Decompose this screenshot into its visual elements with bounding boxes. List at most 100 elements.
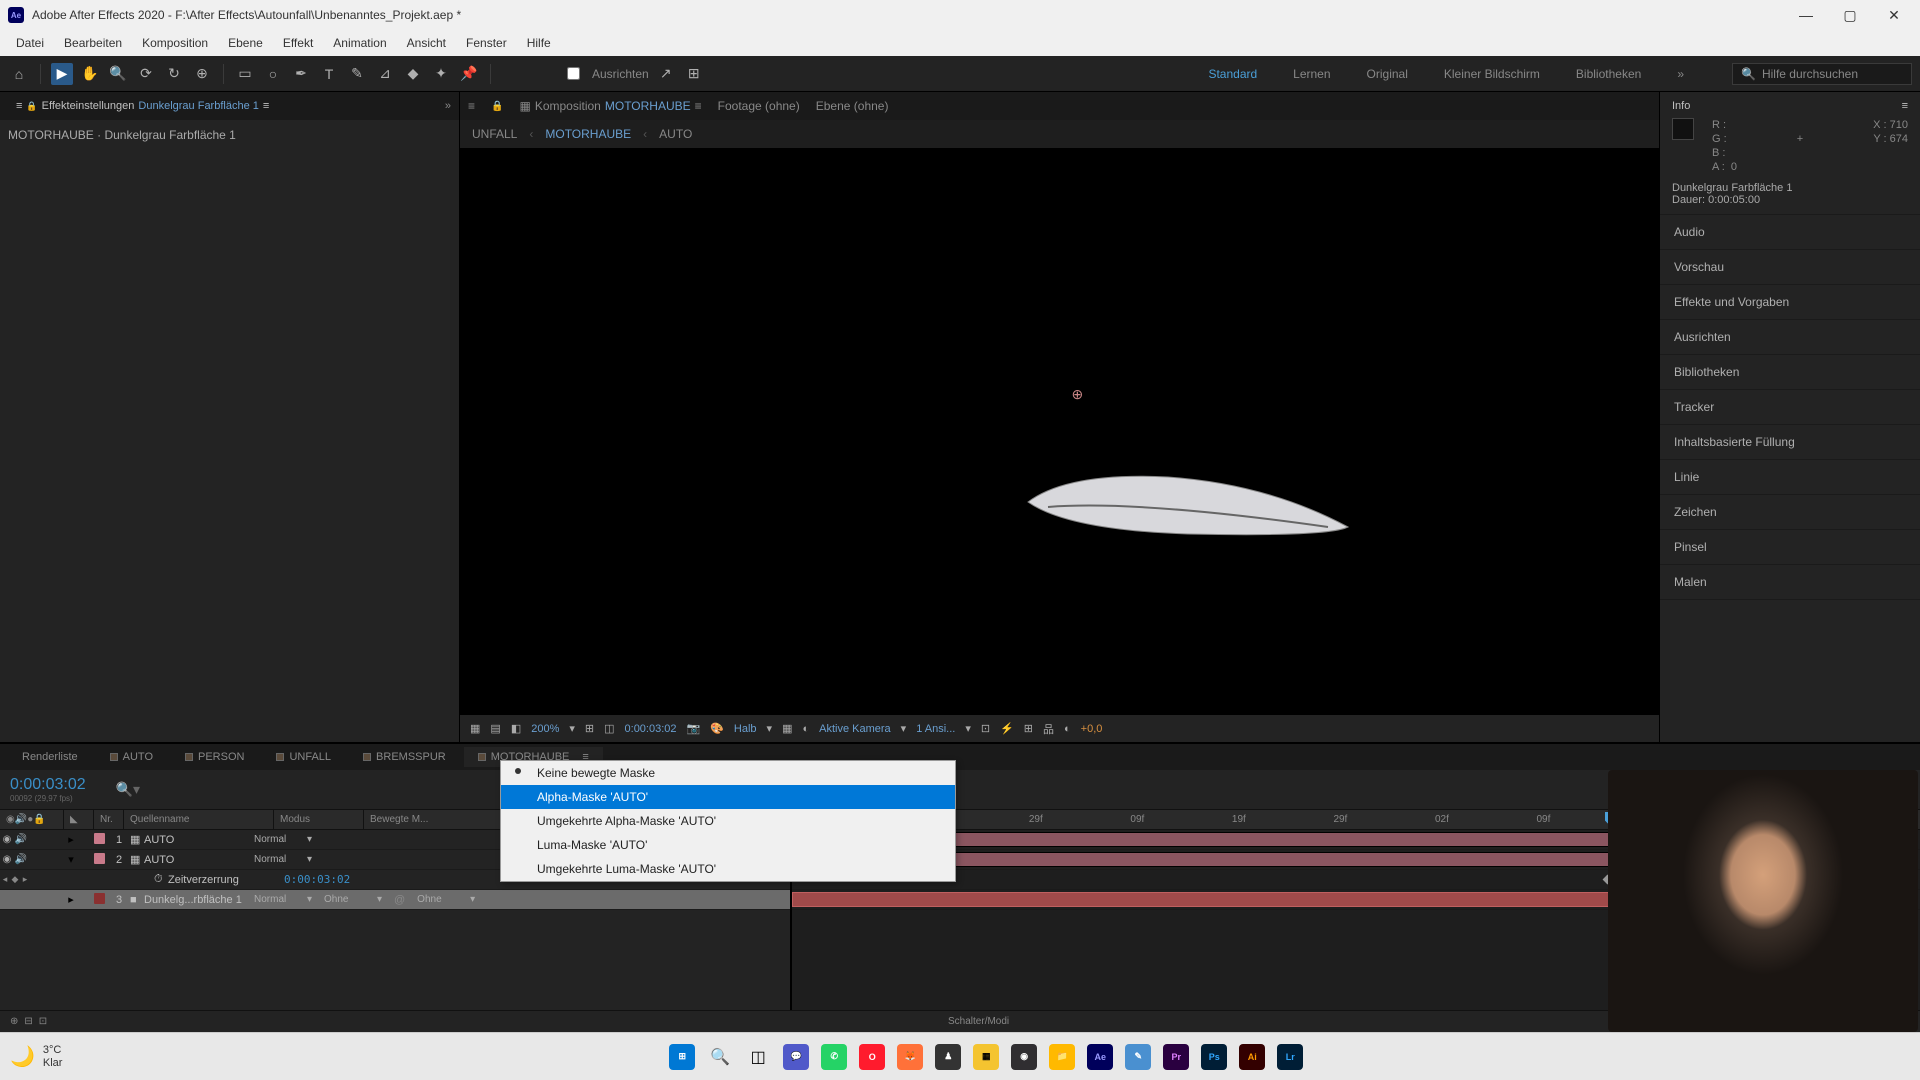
search-button[interactable]: 🔍 — [704, 1041, 736, 1073]
eraser-tool-icon[interactable]: ◆ — [402, 63, 424, 85]
tab-renderliste[interactable]: Renderliste — [8, 747, 92, 767]
tab-unfall[interactable]: UNFALL — [262, 747, 345, 767]
menu-animation[interactable]: Animation — [325, 33, 394, 53]
roto-brush-icon[interactable]: ✦ — [430, 63, 452, 85]
panel-bibliotheken[interactable]: Bibliotheken — [1660, 355, 1920, 390]
comp-panel-menu-icon[interactable]: ≡ — [468, 99, 475, 113]
breadcrumb-auto[interactable]: AUTO — [659, 127, 692, 141]
workspace-bibliotheken[interactable]: Bibliotheken — [1568, 63, 1649, 85]
eye-col-icon[interactable]: ◉ — [6, 814, 15, 825]
task-view-button[interactable]: ◫ — [742, 1041, 774, 1073]
clone-stamp-icon[interactable]: ⊿ — [374, 63, 396, 85]
grid-icon[interactable]: ⊞ — [585, 722, 594, 735]
exposure-value[interactable]: +0,0 — [1081, 723, 1103, 735]
help-search-input[interactable]: 🔍 Hilfe durchsuchen — [1732, 63, 1912, 85]
stopwatch-icon[interactable]: ⏱ — [150, 873, 164, 886]
tab-bremsspur[interactable]: BREMSSPUR — [349, 747, 460, 767]
layer-name[interactable]: AUTO — [140, 834, 248, 846]
rectangle-tool-icon[interactable]: ▭ — [234, 63, 256, 85]
keyframe-nav-next-icon[interactable]: ▸ — [20, 874, 30, 885]
fast-preview-icon[interactable]: ⚡ — [1000, 722, 1014, 735]
guides-icon[interactable]: ◫ — [604, 722, 614, 735]
teams-icon[interactable]: 💬 — [780, 1041, 812, 1073]
lock-col-icon[interactable]: 🔒 — [33, 814, 45, 825]
app-icon[interactable]: ♟ — [932, 1041, 964, 1073]
dropdown-item-alpha-inverted[interactable]: Umgekehrte Alpha-Maske 'AUTO' — [501, 809, 955, 833]
panel-tracker[interactable]: Tracker — [1660, 390, 1920, 425]
ellipse-tool-icon[interactable]: ○ — [262, 63, 284, 85]
zoom-dropdown-icon[interactable]: ▾ — [569, 722, 575, 735]
twirl-icon[interactable]: ▾ — [56, 853, 86, 866]
camera-dropdown-icon[interactable]: ▾ — [901, 722, 907, 735]
speaker-col-icon[interactable]: 🔊 — [15, 814, 27, 825]
workspace-lernen[interactable]: Lernen — [1285, 63, 1338, 85]
dropdown-item-alpha[interactable]: Alpha-Maske 'AUTO' — [501, 785, 955, 809]
shy-col-icon[interactable]: ◣ — [70, 814, 78, 825]
blend-mode-select[interactable]: Normal▾ — [248, 854, 318, 865]
explorer-icon[interactable]: 📁 — [1046, 1041, 1078, 1073]
current-time[interactable]: 0:00:03:02 — [625, 723, 677, 735]
breadcrumb-motorhaube[interactable]: MOTORHAUBE — [545, 127, 631, 141]
composition-tab[interactable]: ▦ Komposition MOTORHAUBE ≡ — [519, 99, 701, 113]
breadcrumb-unfall[interactable]: UNFALL — [472, 127, 517, 141]
keyframe-nav-prev-icon[interactable]: ◂ — [0, 874, 10, 885]
menu-komposition[interactable]: Komposition — [134, 33, 216, 53]
hand-tool-icon[interactable]: ✋ — [79, 63, 101, 85]
dropdown-item-luma[interactable]: Luma-Maske 'AUTO' — [501, 833, 955, 857]
menu-effekt[interactable]: Effekt — [275, 33, 321, 53]
effects-settings-tab[interactable]: ≡ 🔒 Effekteinstellungen Dunkelgrau Farbf… — [8, 96, 277, 116]
pixel-aspect-icon[interactable]: ⊡ — [981, 722, 990, 735]
twirl-icon[interactable]: ▸ — [56, 833, 86, 846]
weather-widget[interactable]: 🌙 3°C Klar — [10, 1044, 62, 1069]
visibility-toggle[interactable]: ◉ — [0, 854, 14, 865]
tab-person[interactable]: PERSON — [171, 747, 258, 767]
workspace-standard[interactable]: Standard — [1200, 63, 1265, 85]
zoom-value[interactable]: 200% — [531, 723, 559, 735]
camera-select[interactable]: Aktive Kamera — [819, 723, 891, 735]
workspace-original[interactable]: Original — [1359, 63, 1416, 85]
transparency-icon[interactable]: ▦ — [782, 722, 792, 735]
brush-tool-icon[interactable]: ✎ — [346, 63, 368, 85]
menu-bearbeiten[interactable]: Bearbeiten — [56, 33, 130, 53]
motion-blur-icon[interactable]: ⊡ — [39, 1016, 47, 1027]
parent-select[interactable]: Ohne▾ — [411, 894, 481, 905]
premiere-icon[interactable]: Pr — [1160, 1041, 1192, 1073]
keyframe-toggle-icon[interactable]: ◆ — [10, 874, 20, 885]
footage-tab[interactable]: Footage (ohne) — [718, 99, 800, 113]
panel-menu-icon[interactable]: ≡ — [16, 100, 22, 112]
menu-ebene[interactable]: Ebene — [220, 33, 271, 53]
photoshop-icon[interactable]: Ps — [1198, 1041, 1230, 1073]
menu-fenster[interactable]: Fenster — [458, 33, 515, 53]
panel-ausrichten[interactable]: Ausrichten — [1660, 320, 1920, 355]
parent-pickwhip-icon[interactable]: @ — [394, 894, 405, 906]
maximize-button[interactable]: ▢ — [1840, 7, 1860, 24]
layer-name[interactable]: AUTO — [140, 854, 248, 866]
dropdown-item-luma-inverted[interactable]: Umgekehrte Luma-Maske 'AUTO' — [501, 857, 955, 881]
tab-options-icon[interactable]: ≡ — [263, 100, 269, 112]
app-icon[interactable]: ✎ — [1122, 1041, 1154, 1073]
menu-hilfe[interactable]: Hilfe — [519, 33, 559, 53]
timeline-search-icon[interactable]: 🔍▾ — [116, 781, 140, 798]
flowchart-icon[interactable]: 品 — [1043, 721, 1054, 737]
channel-icon[interactable]: ▤ — [490, 722, 500, 735]
visibility-toggle[interactable]: ◉ — [0, 834, 14, 845]
resolution-select[interactable]: Halb — [734, 723, 757, 735]
minimize-button[interactable]: — — [1796, 7, 1816, 24]
obs-icon[interactable]: ◉ — [1008, 1041, 1040, 1073]
workspace-more-icon[interactable]: » — [1669, 63, 1692, 85]
pen-tool-icon[interactable]: ✒ — [290, 63, 312, 85]
snapshot-icon[interactable]: 📷 — [687, 722, 701, 735]
lock-icon[interactable]: 🔒 — [26, 101, 37, 112]
tab-auto[interactable]: AUTO — [96, 747, 167, 767]
blend-mode-select[interactable]: Normal▾ — [248, 834, 318, 845]
panel-pinsel[interactable]: Pinsel — [1660, 530, 1920, 565]
mask-icon[interactable]: ◐ — [802, 723, 809, 735]
res-dropdown-icon[interactable]: ▾ — [767, 722, 773, 735]
layer-tab[interactable]: Ebene (ohne) — [816, 99, 889, 113]
snap-options-icon[interactable]: ↗ — [655, 63, 677, 85]
property-value[interactable]: 0:00:03:02 — [284, 873, 350, 886]
lightroom-icon[interactable]: Lr — [1274, 1041, 1306, 1073]
close-button[interactable]: ✕ — [1884, 7, 1904, 24]
menu-datei[interactable]: Datei — [8, 33, 52, 53]
start-button[interactable]: ⊞ — [666, 1041, 698, 1073]
